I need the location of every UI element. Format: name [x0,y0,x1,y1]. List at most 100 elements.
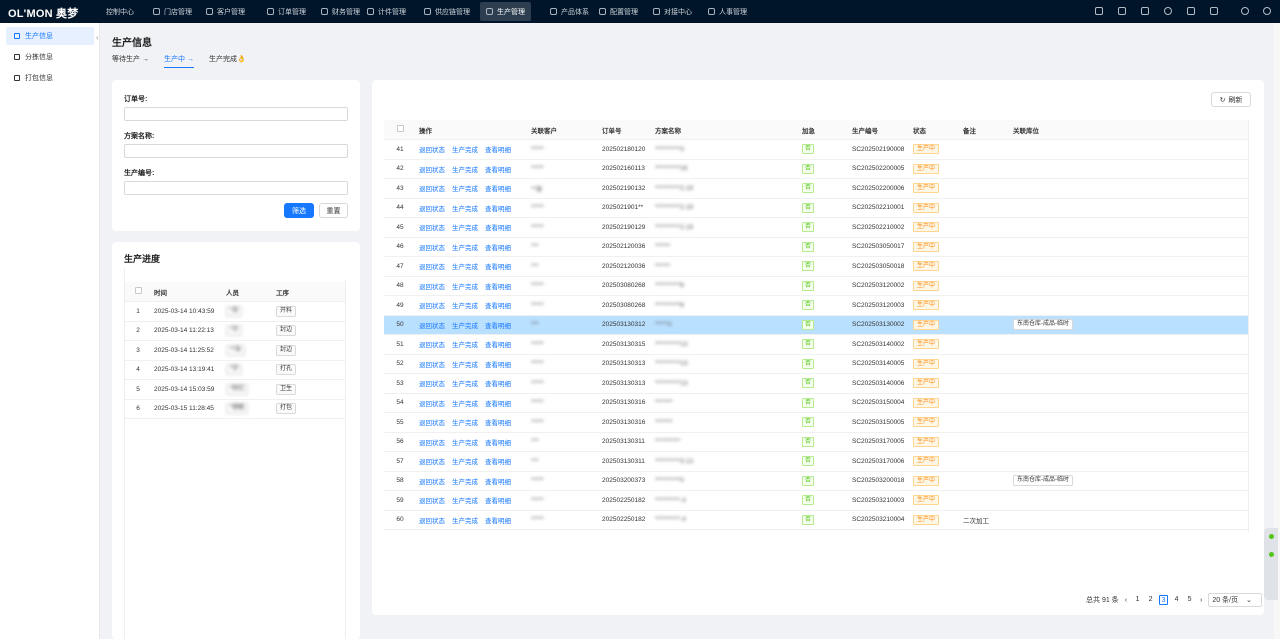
table-row[interactable]: 5 2025-03-14 15:03:59 *和红 卫生 [125,379,345,400]
filter-button[interactable]: 筛选 [284,203,314,218]
collapse-sidebar-icon[interactable]: ‹ [96,33,99,42]
page-size-select[interactable]: 20 条/页 ⌄ [1208,593,1262,607]
page-3-button[interactable]: 3 [1159,595,1169,605]
complete-production-link[interactable]: 生产完成 [452,459,478,466]
complete-production-link[interactable]: 生产完成 [452,381,478,388]
table-row[interactable]: 46 退回状态 生产完成 查看明细 *** 202502120036 ****** … [384,237,1248,257]
table-row[interactable]: 6 2025-03-15 11:28:45 *德敏 打包 [125,399,345,419]
view-details-link[interactable]: 查看明细 [485,498,511,505]
table-row[interactable]: 49 退回状态 生产完成 查看明细 ***** 202503080268 *****… [384,295,1248,316]
brush-icon[interactable] [1095,7,1103,15]
table-row[interactable]: 52 退回状态 生产完成 查看明细 ***** 202503130313 *****… [384,354,1248,374]
revert-status-link[interactable]: 退回状态 [419,459,445,466]
complete-production-link[interactable]: 生产完成 [452,440,478,447]
view-details-link[interactable]: 查看明细 [485,342,511,349]
table-row[interactable]: 45 退回状态 生产完成 查看明细 ***** 202502190129 *****… [384,217,1248,238]
brand-logo[interactable]: OL'MON 奥梦 [8,5,78,21]
link-icon[interactable] [1118,7,1126,15]
complete-production-link[interactable]: 生产完成 [452,245,478,252]
table-row[interactable]: 47 退回状态 生产完成 查看明细 *** 202502120036 ****** … [384,256,1248,277]
revert-status-link[interactable]: 退回状态 [419,284,445,291]
complete-production-link[interactable]: 生产完成 [452,167,478,174]
sidebar-item-production-info[interactable]: 生产信息 [6,27,94,45]
page-4-button[interactable]: 4 [1172,595,1181,605]
prev-page-icon[interactable]: ‹ [1125,597,1127,604]
revert-status-link[interactable]: 退回状态 [419,401,445,408]
table-row[interactable]: 4 2025-03-14 13:19:41 *宇 打孔 [125,360,345,380]
view-details-link[interactable]: 查看明细 [485,362,511,369]
revert-status-link[interactable]: 退回状态 [419,323,445,330]
table-row[interactable]: 56 退回状态 生产完成 查看明细 *** 202503130311 *******… [384,432,1248,452]
help-icon[interactable] [1241,7,1249,15]
view-details-link[interactable]: 查看明细 [485,264,511,271]
nav-item-config[interactable]: 配置管理 [593,2,644,21]
table-row[interactable]: 48 退回状态 生产完成 查看明细 ***** 202503080268 *****… [384,276,1248,296]
revert-status-link[interactable]: 退回状态 [419,362,445,369]
nav-item-integration[interactable]: 对接中心 [647,2,698,21]
table-row[interactable]: 57 退回状态 生产完成 查看明细 *** 202503130311 *******… [384,451,1248,472]
production-number-input[interactable] [124,181,348,195]
view-details-link[interactable]: 查看明细 [485,459,511,466]
revert-status-link[interactable]: 退回状态 [419,245,445,252]
page-1-button[interactable]: 1 [1133,595,1142,605]
tab-in-production[interactable]: 生产中 → [164,54,194,68]
revert-status-link[interactable]: 退回状态 [419,440,445,447]
view-details-link[interactable]: 查看明细 [485,186,511,193]
revert-status-link[interactable]: 退回状态 [419,186,445,193]
view-details-link[interactable]: 查看明细 [485,518,511,525]
table-row[interactable]: 41 退回状态 生产完成 查看明细 ***** 202502180120 *****… [384,139,1248,160]
tab-completed[interactable]: 生产完成👌 [209,54,246,64]
refresh-button[interactable]: ↻ 刷新 [1211,92,1251,107]
nav-item-control-center[interactable]: 控制中心 [100,2,140,21]
complete-production-link[interactable]: 生产完成 [452,206,478,213]
complete-production-link[interactable]: 生产完成 [452,264,478,271]
view-details-link[interactable]: 查看明细 [485,401,511,408]
nav-item-product[interactable]: 产品体系 [544,2,595,21]
complete-production-link[interactable]: 生产完成 [452,362,478,369]
page-5-button[interactable]: 5 [1185,595,1194,605]
sidebar-item-sorting-info[interactable]: 分拣信息 [6,48,94,66]
revert-status-link[interactable]: 退回状态 [419,342,445,349]
scheme-name-input[interactable] [124,144,348,158]
view-details-link[interactable]: 查看明细 [485,479,511,486]
revert-status-link[interactable]: 退回状态 [419,167,445,174]
complete-production-link[interactable]: 生产完成 [452,323,478,330]
complete-production-link[interactable]: 生产完成 [452,147,478,154]
nav-item-order[interactable]: 订单管理 [261,2,312,21]
revert-status-link[interactable]: 退回状态 [419,303,445,310]
table-row[interactable]: 2 2025-03-14 11:22:13 *华 封边 [125,321,345,341]
floating-status-widget[interactable] [1264,528,1278,600]
revert-status-link[interactable]: 退回状态 [419,420,445,427]
complete-production-link[interactable]: 生产完成 [452,303,478,310]
revert-status-link[interactable]: 退回状态 [419,147,445,154]
sidebar-item-packing-info[interactable]: 打包信息 [6,69,94,87]
table-row[interactable]: 50 退回状态 生产完成 查看明细 *** 202503130312 *****3 … [384,315,1248,335]
reset-button[interactable]: 重置 [319,203,348,218]
complete-production-link[interactable]: 生产完成 [452,401,478,408]
tab-waiting[interactable]: 等待生产 → [112,54,149,64]
complete-production-link[interactable]: 生产完成 [452,518,478,525]
select-all-checkbox[interactable] [396,125,404,132]
view-details-link[interactable]: 查看明细 [485,225,511,232]
table-row[interactable]: 54 退回状态 生产完成 查看明细 ***** 202503130316 *****… [384,393,1248,413]
bell-icon[interactable] [1210,7,1218,15]
view-details-link[interactable]: 查看明细 [485,245,511,252]
complete-production-link[interactable]: 生产完成 [452,498,478,505]
table-row[interactable]: 3 2025-03-14 11:25:52 **海 封边 [125,340,345,361]
view-details-link[interactable]: 查看明细 [485,167,511,174]
nav-item-supply-chain[interactable]: 供应链管理 [418,2,476,21]
table-row[interactable]: 44 退回状态 生产完成 查看明细 ***** 2025021901** *****… [384,198,1248,218]
next-page-icon[interactable]: › [1200,597,1202,604]
nav-item-hr[interactable]: 人事管理 [702,2,753,21]
view-details-link[interactable]: 查看明细 [485,284,511,291]
complete-production-link[interactable]: 生产完成 [452,479,478,486]
table-row[interactable]: 53 退回状态 生产完成 查看明细 ***** 202503130313 *****… [384,373,1248,394]
view-details-link[interactable]: 查看明细 [485,303,511,310]
settings-icon[interactable] [1141,7,1149,15]
revert-status-link[interactable]: 退回状态 [419,479,445,486]
revert-status-link[interactable]: 退回状态 [419,264,445,271]
view-details-link[interactable]: 查看明细 [485,420,511,427]
revert-status-link[interactable]: 退回状态 [419,518,445,525]
complete-production-link[interactable]: 生产完成 [452,225,478,232]
revert-status-link[interactable]: 退回状态 [419,498,445,505]
